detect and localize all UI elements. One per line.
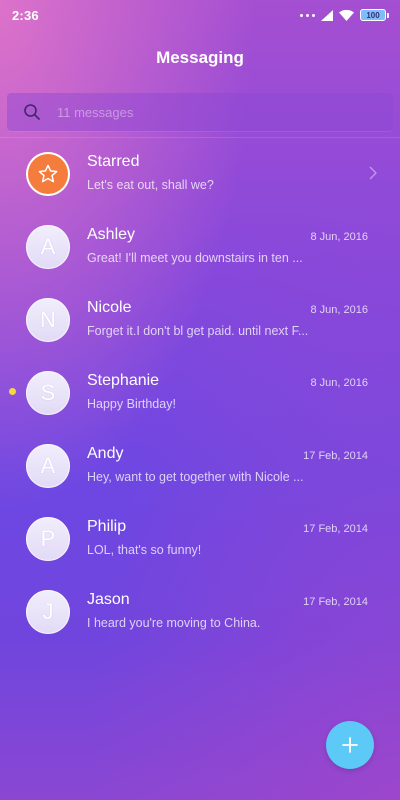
conversation-name: Stephanie [87,372,160,389]
conversation-preview: Forget it.I don't bl get paid. until nex… [87,324,309,338]
more-dots-icon [300,13,315,17]
plus-icon [342,737,358,753]
divider [0,137,400,138]
battery-icon: 100 [360,9,389,21]
conversation-preview: Hey, want to get together with Nicole ..… [87,470,304,484]
conversation-date: 17 Feb, 2014 [303,596,368,608]
conversation-name: Andy [87,445,124,462]
unread-dot-icon [9,388,16,395]
battery-level: 100 [366,10,380,20]
conversation-item[interactable]: A Ashley 8 Jun, 2016 Great! I'll meet yo… [0,221,400,294]
avatar-initial: J [42,599,54,624]
avatar-initial: A [40,234,56,259]
avatar-initial: A [40,453,56,478]
avatar: J [26,590,70,634]
conversation-name: Starred [87,153,140,170]
avatar: S [26,371,70,415]
conversation-name: Nicole [87,299,132,316]
conversation-list: Starred Let's eat out, shall we? A Ashle… [0,148,400,659]
conversation-date: 8 Jun, 2016 [310,377,369,389]
page-title: Messaging [156,48,244,67]
conversation-preview: LOL, that's so funny! [87,543,202,557]
conversation-item[interactable]: J Jason 17 Feb, 2014 I heard you're movi… [0,586,400,659]
conversation-preview: I heard you're moving to China. [87,616,261,630]
conversation-item[interactable]: N Nicole 8 Jun, 2016 Forget it.I don't b… [0,294,400,367]
conversation-name: Philip [87,518,127,535]
star-icon [38,164,58,183]
search-bar[interactable]: 11 messages [7,93,393,131]
conversation-item[interactable]: P Philip 17 Feb, 2014 LOL, that's so fun… [0,513,400,586]
header: Messaging [0,40,400,76]
search-input[interactable]: 11 messages [57,105,133,120]
signal-icon [321,9,333,21]
conversation-preview: Happy Birthday! [87,397,176,411]
avatar: N [26,298,70,342]
conversation-date: 8 Jun, 2016 [310,304,369,316]
conversation-name: Jason [87,591,130,608]
wifi-icon [339,9,354,21]
new-message-button[interactable] [326,721,374,769]
conversation-item-starred[interactable]: Starred Let's eat out, shall we? [0,148,400,221]
status-time: 2:36 [12,7,39,23]
avatar [26,152,70,196]
conversation-name: Ashley [87,226,136,243]
conversation-date: 17 Feb, 2014 [303,450,368,462]
avatar-initial: S [40,380,56,405]
conversation-date: 8 Jun, 2016 [310,231,369,243]
conversation-preview: Let's eat out, shall we? [87,178,214,192]
chevron-right-icon [369,166,377,180]
avatar: A [26,444,70,488]
search-icon [24,104,40,120]
status-bar: 2:36 100 [0,0,400,30]
status-icons: 100 [300,9,389,21]
conversation-item[interactable]: A Andy 17 Feb, 2014 Hey, want to get tog… [0,440,400,513]
conversation-item[interactable]: S Stephanie 8 Jun, 2016 Happy Birthday! [0,367,400,440]
conversation-date: 17 Feb, 2014 [303,523,368,535]
avatar: P [26,517,70,561]
avatar: A [26,225,70,269]
conversation-preview: Great! I'll meet you downstairs in ten .… [87,251,303,265]
avatar-initial: P [40,526,56,551]
avatar-initial: N [40,307,56,332]
